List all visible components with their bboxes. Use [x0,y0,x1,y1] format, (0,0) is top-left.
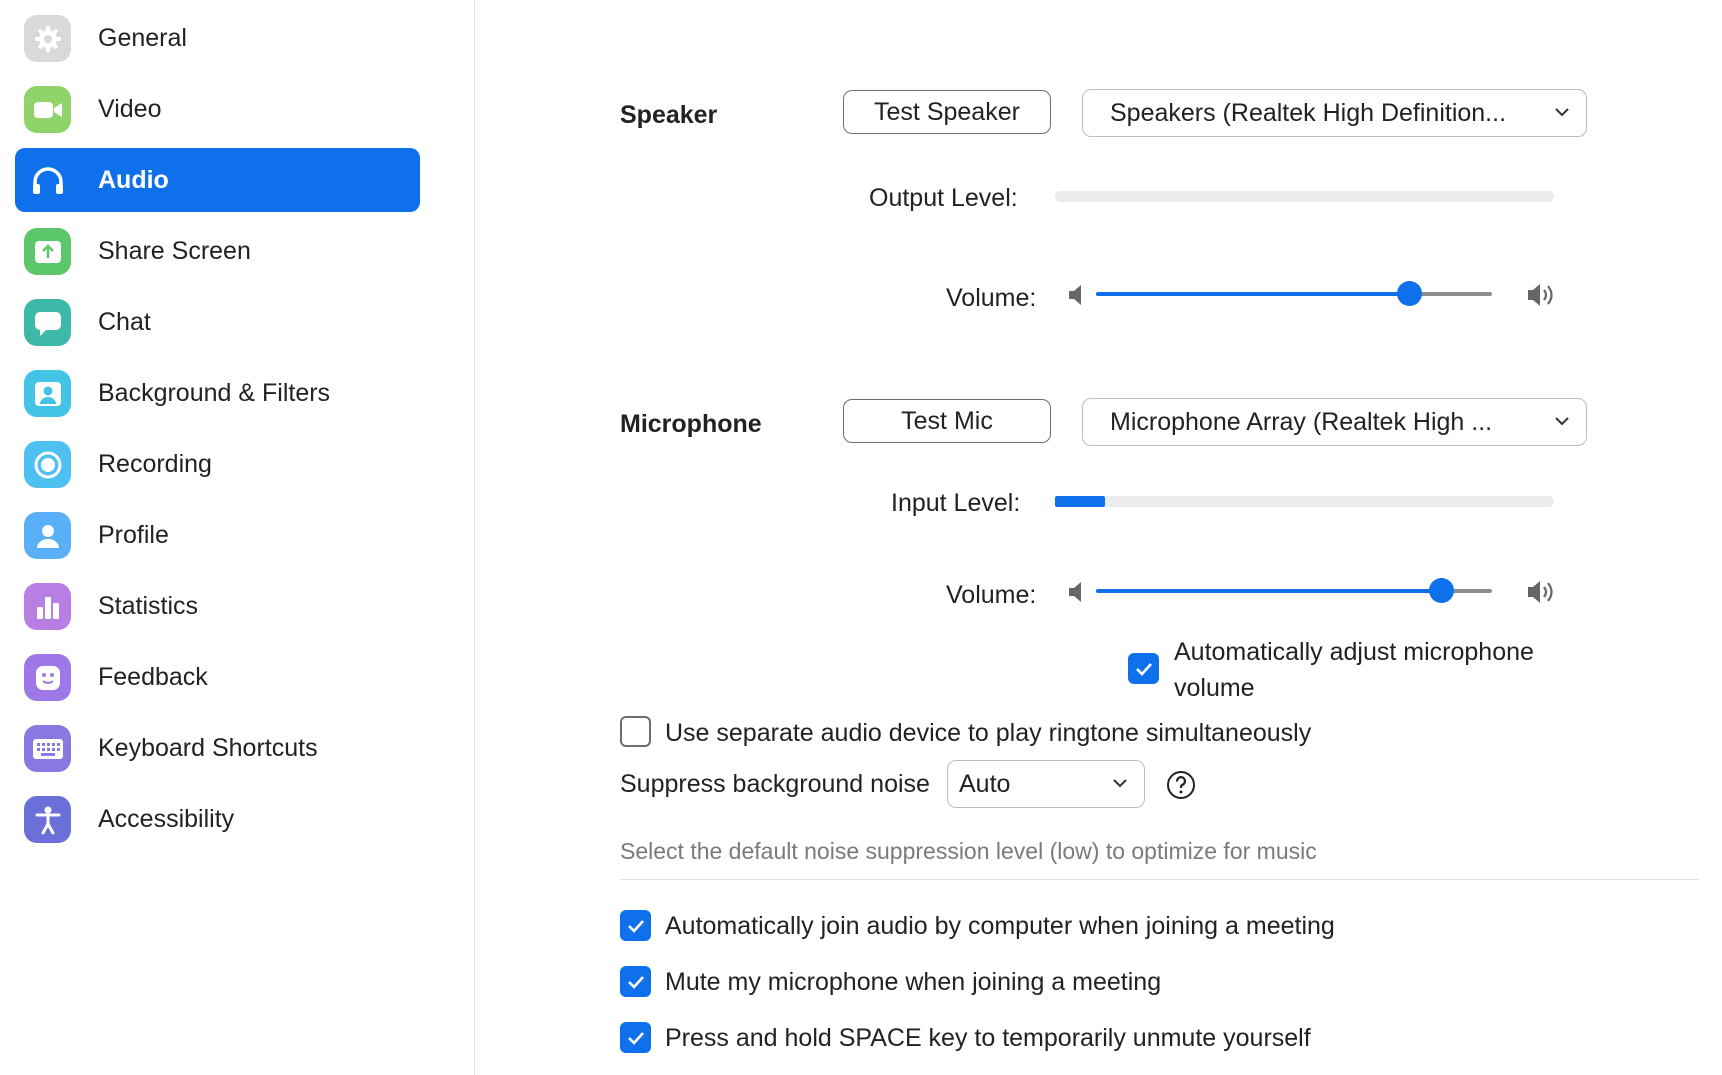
volume-low-icon [1068,284,1086,311]
sidebar-item-label: Audio [98,165,169,194]
speaker-volume-thumb[interactable] [1396,281,1422,306]
settings-sidebar: General Video Audio Share Screen Chat Ba… [0,0,475,1075]
speaker-volume-fill [1096,292,1409,296]
sidebar-item-video[interactable]: Video [15,77,420,141]
audio-settings-panel: Speaker Test Speaker Speakers (Realtek H… [476,0,1722,1075]
sidebar-item-label: Chat [98,307,151,336]
sidebar-item-share-screen[interactable]: Share Screen [15,219,420,283]
microphone-volume-fill [1096,589,1441,593]
sidebar-item-accessibility[interactable]: Accessibility [15,787,420,851]
auto-join-audio-label: Automatically join audio by computer whe… [665,912,1335,940]
volume-low-icon [1068,581,1086,608]
record-icon [24,441,71,488]
space-to-unmute-checkbox[interactable] [620,1022,651,1053]
noise-suppression-hint: Select the default noise suppression lev… [620,838,1317,864]
microphone-section-title: Microphone [620,410,762,438]
sidebar-item-label: Statistics [98,591,199,620]
section-divider [620,879,1699,880]
speaker-device-value: Speakers (Realtek High Definition... [1110,99,1507,127]
output-level-meter [1055,191,1554,202]
sidebar-item-label: Profile [98,520,169,549]
bar-chart-icon [24,583,71,630]
gear-icon [24,15,71,62]
separate-ringtone-label: Use separate audio device to play ringto… [665,719,1312,747]
sidebar-item-label: Feedback [98,662,208,691]
suppress-noise-label: Suppress background noise [620,770,930,798]
sidebar-item-label: General [98,23,187,52]
suppress-noise-value: Auto [959,770,1011,798]
auto-adjust-mic-checkbox[interactable] [1128,653,1159,684]
share-screen-icon [24,228,71,275]
headphones-icon [24,157,71,204]
sidebar-item-audio[interactable]: Audio [15,148,420,212]
speaker-volume-label: Volume: [946,284,1037,312]
input-level-meter [1055,496,1554,507]
microphone-volume-thumb[interactable] [1428,578,1454,603]
video-camera-icon [24,86,71,133]
sidebar-item-profile[interactable]: Profile [15,503,420,567]
microphone-device-value: Microphone Array (Realtek High ... [1110,408,1493,436]
input-level-label: Input Level: [891,489,1021,517]
sidebar-item-background-filters[interactable]: Background & Filters [15,361,420,425]
microphone-device-select[interactable]: Microphone Array (Realtek High ... [1082,398,1587,446]
chevron-down-icon [1112,776,1128,794]
separate-ringtone-checkbox[interactable] [620,716,651,747]
sidebar-item-label: Accessibility [98,804,235,833]
sidebar-item-label: Keyboard Shortcuts [98,733,318,762]
profile-person-icon [24,512,71,559]
sidebar-item-feedback[interactable]: Feedback [15,645,420,709]
sidebar-item-label: Recording [98,449,212,478]
sidebar-item-label: Video [98,94,162,123]
speaker-device-select[interactable]: Speakers (Realtek High Definition... [1082,89,1587,137]
sidebar-item-general[interactable]: General [15,6,420,70]
sidebar-item-chat[interactable]: Chat [15,290,420,354]
test-speaker-button[interactable]: Test Speaker [843,90,1051,134]
volume-high-icon [1527,579,1559,610]
auto-join-audio-checkbox[interactable] [620,910,651,941]
microphone-volume-label: Volume: [946,581,1037,609]
volume-high-icon [1527,282,1559,313]
space-to-unmute-label: Press and hold SPACE key to temporarily … [665,1024,1311,1052]
chevron-down-icon [1554,414,1570,432]
chevron-down-icon [1554,105,1570,123]
chat-bubble-icon [24,299,71,346]
sidebar-item-label: Background & Filters [98,378,331,407]
test-mic-button[interactable]: Test Mic [843,399,1051,443]
smiley-face-icon [24,654,71,701]
microphone-volume-slider[interactable] [1096,578,1492,603]
accessibility-icon [24,796,71,843]
mute-mic-on-join-label: Mute my microphone when joining a meetin… [665,968,1162,996]
sidebar-item-recording[interactable]: Recording [15,432,420,496]
speaker-section-title: Speaker [620,101,718,129]
output-level-label: Output Level: [869,184,1018,212]
sidebar-item-statistics[interactable]: Statistics [15,574,420,638]
input-level-fill [1055,496,1105,507]
auto-adjust-mic-label-line2: volume [1174,674,1255,702]
speaker-volume-slider[interactable] [1096,281,1492,306]
sidebar-item-keyboard-shortcuts[interactable]: Keyboard Shortcuts [15,716,420,780]
auto-adjust-mic-label-line1: Automatically adjust microphone [1174,638,1534,666]
sidebar-item-label: Share Screen [98,236,251,265]
question-circle-icon[interactable] [1166,770,1196,805]
keyboard-icon [24,725,71,772]
mute-mic-on-join-checkbox[interactable] [620,966,651,997]
background-person-icon [24,370,71,417]
suppress-noise-select[interactable]: Auto [947,760,1145,808]
